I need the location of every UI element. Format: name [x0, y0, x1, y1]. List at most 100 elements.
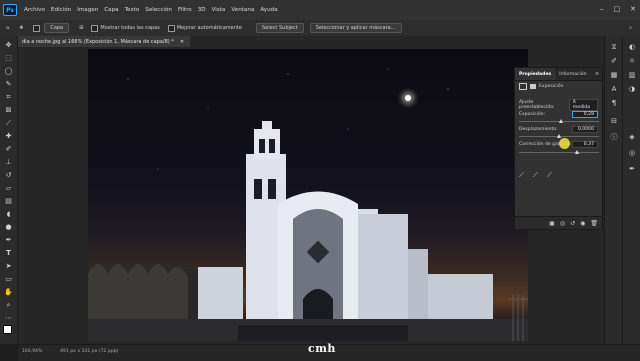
image-canvas[interactable] [88, 49, 528, 341]
transform-controls-icon[interactable]: ⊞ [79, 25, 83, 31]
channels-icon[interactable]: ◎ [627, 148, 637, 158]
window-controls: – □ ✕ [600, 5, 636, 13]
menu-vista[interactable]: Vista [209, 7, 229, 13]
adjustments-icon[interactable]: ☼ [627, 56, 637, 66]
offset-slider-thumb[interactable] [557, 134, 561, 138]
menu-capa[interactable]: Capa [101, 7, 121, 13]
document-info: 491 px x 331 px (72 ppp) [60, 349, 119, 354]
menu-ventana[interactable]: Ventana [228, 7, 257, 13]
select-and-mask-button[interactable]: Seleccionar y aplicar máscara... [309, 23, 402, 33]
frame-tool-icon[interactable]: ⊠ [3, 105, 14, 115]
move-tool-icon[interactable]: ✥ [3, 40, 14, 50]
info-icon[interactable]: ⓘ [609, 132, 619, 142]
gamma-input[interactable]: 0,37 [572, 141, 598, 148]
watermark: cmh [308, 342, 336, 355]
offset-slider[interactable] [519, 134, 599, 138]
photoshop-logo: Ps [3, 4, 17, 16]
gradients-icon[interactable]: ◑ [627, 84, 637, 94]
properties-panel: Propiedades Información ≡ Exposición Aju… [514, 67, 603, 230]
dodge-tool-icon[interactable]: ● [3, 222, 14, 232]
menu-archivo[interactable]: Archivo [21, 7, 48, 13]
color-icon[interactable]: ◐ [627, 42, 637, 52]
crop-tool-icon[interactable]: ⌗ [3, 92, 14, 102]
visibility-icon[interactable]: ◉ [580, 220, 585, 227]
quick-select-tool-icon[interactable]: ✎ [3, 79, 14, 89]
white-point-eyedropper-icon[interactable]: ⟋ [547, 171, 552, 180]
paths-icon[interactable]: ✒ [627, 164, 637, 174]
history-brush-tool-icon[interactable]: ↺ [3, 170, 14, 180]
clip-to-layer-icon[interactable]: ▣ [549, 220, 555, 227]
brush-tool-icon[interactable]: ✐ [3, 144, 14, 154]
paragraph-icon[interactable]: ¶ [609, 98, 619, 108]
menu-seleccion[interactable]: Selección [142, 7, 175, 13]
layers-icon[interactable]: ◈ [627, 132, 637, 142]
history-icon[interactable]: ⧖ [609, 42, 619, 52]
move-tool-icon[interactable]: ✥ [19, 25, 23, 31]
adjustment-name: Exposición [539, 84, 564, 89]
eyedropper-tool-icon[interactable]: ⟋ [3, 118, 14, 128]
exposure-adjustment-icon [519, 83, 527, 90]
options-bar: ⌂ ✥ Capa ⊞ Mostrar todas las capas Mejor… [0, 20, 640, 37]
close-tab-icon[interactable]: ✕ [180, 39, 184, 45]
church-night-photo [88, 68, 528, 341]
zoom-level[interactable]: 166,94% [22, 349, 42, 354]
panel-icons-column-1: ⧖ ✐ ▦ A ¶ ⊟ ⓘ [604, 36, 623, 344]
search-icon[interactable]: ⌕ [629, 25, 632, 31]
show-all-layers-option[interactable]: Mostrar todas las capas [91, 24, 160, 32]
menu-texto[interactable]: Texto [122, 7, 143, 13]
panel-icons-column-2: ◐ ☼ ▥ ◑ ◈ ◎ ✒ [622, 36, 640, 344]
mask-icon[interactable] [530, 84, 536, 89]
character-icon[interactable]: A [609, 84, 619, 94]
zoom-tool-icon[interactable]: ⌕ [3, 300, 14, 310]
menu-edicion[interactable]: Edición [48, 7, 74, 13]
tab-properties[interactable]: Propiedades [515, 68, 556, 80]
preset-label: Ajuste preestablecido: [519, 100, 555, 110]
delete-icon[interactable]: 🗑 [590, 220, 598, 227]
auto-select-checkbox[interactable] [33, 24, 41, 32]
moon [405, 95, 411, 101]
auto-select-dropdown[interactable]: Capa [44, 23, 70, 33]
swatches-icon[interactable]: ▦ [609, 70, 619, 80]
menu-imagen[interactable]: Imagen [74, 7, 101, 13]
type-tool-icon[interactable]: T [3, 248, 14, 258]
maximize-icon[interactable]: □ [614, 5, 621, 13]
marquee-tool-icon[interactable]: ⬚ [3, 53, 14, 63]
shape-tool-icon[interactable]: ▭ [3, 274, 14, 284]
view-previous-icon[interactable]: ◎ [560, 220, 565, 227]
reset-icon[interactable]: ↺ [570, 220, 575, 227]
offset-input[interactable]: 0,0000 [572, 126, 598, 133]
exposure-slider[interactable] [519, 119, 599, 123]
gradient-tool-icon[interactable]: ▤ [3, 196, 14, 206]
foreground-color-swatch[interactable] [3, 325, 12, 334]
minimize-icon[interactable]: – [600, 5, 604, 13]
home-icon[interactable]: ⌂ [6, 25, 9, 31]
properties-icon[interactable]: ⊟ [609, 116, 619, 126]
libraries-icon[interactable]: ▥ [627, 70, 637, 80]
menu-3d[interactable]: 3D [195, 7, 209, 13]
improve-auto-option[interactable]: Mejorar automáticamente [167, 24, 242, 32]
stamp-tool-icon[interactable]: ⊥ [3, 157, 14, 167]
panel-menu-icon[interactable]: ≡ [595, 72, 599, 77]
tab-information[interactable]: Información [555, 68, 590, 80]
select-subject-button[interactable]: Select Subject [255, 23, 304, 33]
document-tab[interactable]: dia a noche.jpg al 166% (Exposición 1, M… [18, 36, 191, 47]
exposure-slider-thumb[interactable] [559, 119, 564, 123]
preset-dropdown[interactable]: A medida [568, 99, 598, 111]
gamma-slider[interactable] [519, 150, 599, 154]
hand-tool-icon[interactable]: ✋ [3, 287, 14, 297]
exposure-input[interactable]: 0,28 [572, 111, 598, 118]
black-point-eyedropper-icon[interactable]: ⟋ [519, 171, 524, 180]
more-tools-icon[interactable]: ⋯ [3, 313, 14, 323]
brush-settings-icon[interactable]: ✐ [609, 56, 619, 66]
eraser-tool-icon[interactable]: ▱ [3, 183, 14, 193]
blur-tool-icon[interactable]: ◖ [3, 209, 14, 219]
gray-point-eyedropper-icon[interactable]: ⟋ [533, 171, 538, 180]
pen-tool-icon[interactable]: ✒ [3, 235, 14, 245]
menu-filtro[interactable]: Filtro [175, 7, 195, 13]
close-icon[interactable]: ✕ [630, 5, 636, 13]
gamma-slider-thumb[interactable] [574, 150, 579, 154]
lasso-tool-icon[interactable]: ◯ [3, 66, 14, 76]
healing-tool-icon[interactable]: ✚ [3, 131, 14, 141]
path-select-tool-icon[interactable]: ➤ [3, 261, 14, 271]
menu-ayuda[interactable]: Ayuda [257, 7, 280, 13]
